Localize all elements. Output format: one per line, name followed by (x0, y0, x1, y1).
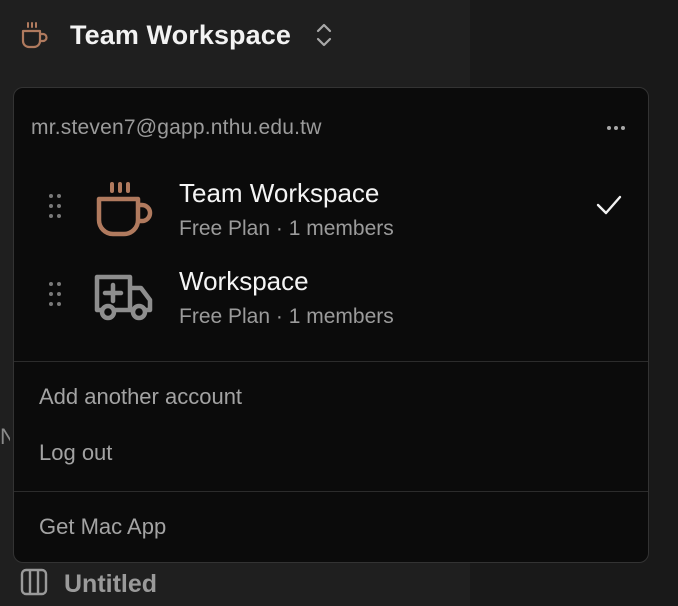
add-another-account-button[interactable]: Add another account (39, 384, 242, 410)
workspace-switcher[interactable]: Team Workspace (18, 14, 335, 56)
workspace-menu: mr.steven7@gapp.nthu.edu.tw Team Workspa… (13, 87, 649, 563)
sidebar-item-label: Untitled (64, 570, 158, 598)
get-mac-app-button[interactable]: Get Mac App (39, 514, 166, 540)
workspace-item-team-workspace[interactable]: Team Workspace Free Plan · 1 members (14, 164, 648, 248)
drag-handle-icon[interactable] (47, 192, 63, 220)
workspace-title: Team Workspace (70, 19, 291, 50)
workspace-plan: Free Plan · 1 members (179, 305, 394, 328)
divider (14, 361, 648, 362)
check-icon (594, 190, 624, 220)
ambulance-icon (92, 264, 156, 328)
workspace-name: Workspace (179, 266, 309, 296)
workspace-plan: Free Plan · 1 members (179, 217, 394, 240)
ellipsis-icon (607, 126, 625, 130)
clipped-sidebar-text: N (0, 424, 10, 449)
chevron-up-down-icon[interactable] (313, 21, 335, 49)
more-options-button[interactable] (600, 116, 632, 140)
coffee-cup-icon (92, 176, 156, 240)
log-out-button[interactable]: Log out (39, 440, 112, 466)
workspace-item-workspace[interactable]: Workspace Free Plan · 1 members (14, 252, 648, 336)
coffee-cup-icon (18, 19, 50, 51)
account-email: mr.steven7@gapp.nthu.edu.tw (31, 116, 322, 139)
columns-icon (20, 568, 48, 601)
sidebar-item-untitled[interactable]: Untitled (20, 568, 157, 601)
drag-handle-icon[interactable] (47, 280, 63, 308)
workspace-name: Team Workspace (179, 178, 380, 208)
divider (14, 491, 648, 492)
